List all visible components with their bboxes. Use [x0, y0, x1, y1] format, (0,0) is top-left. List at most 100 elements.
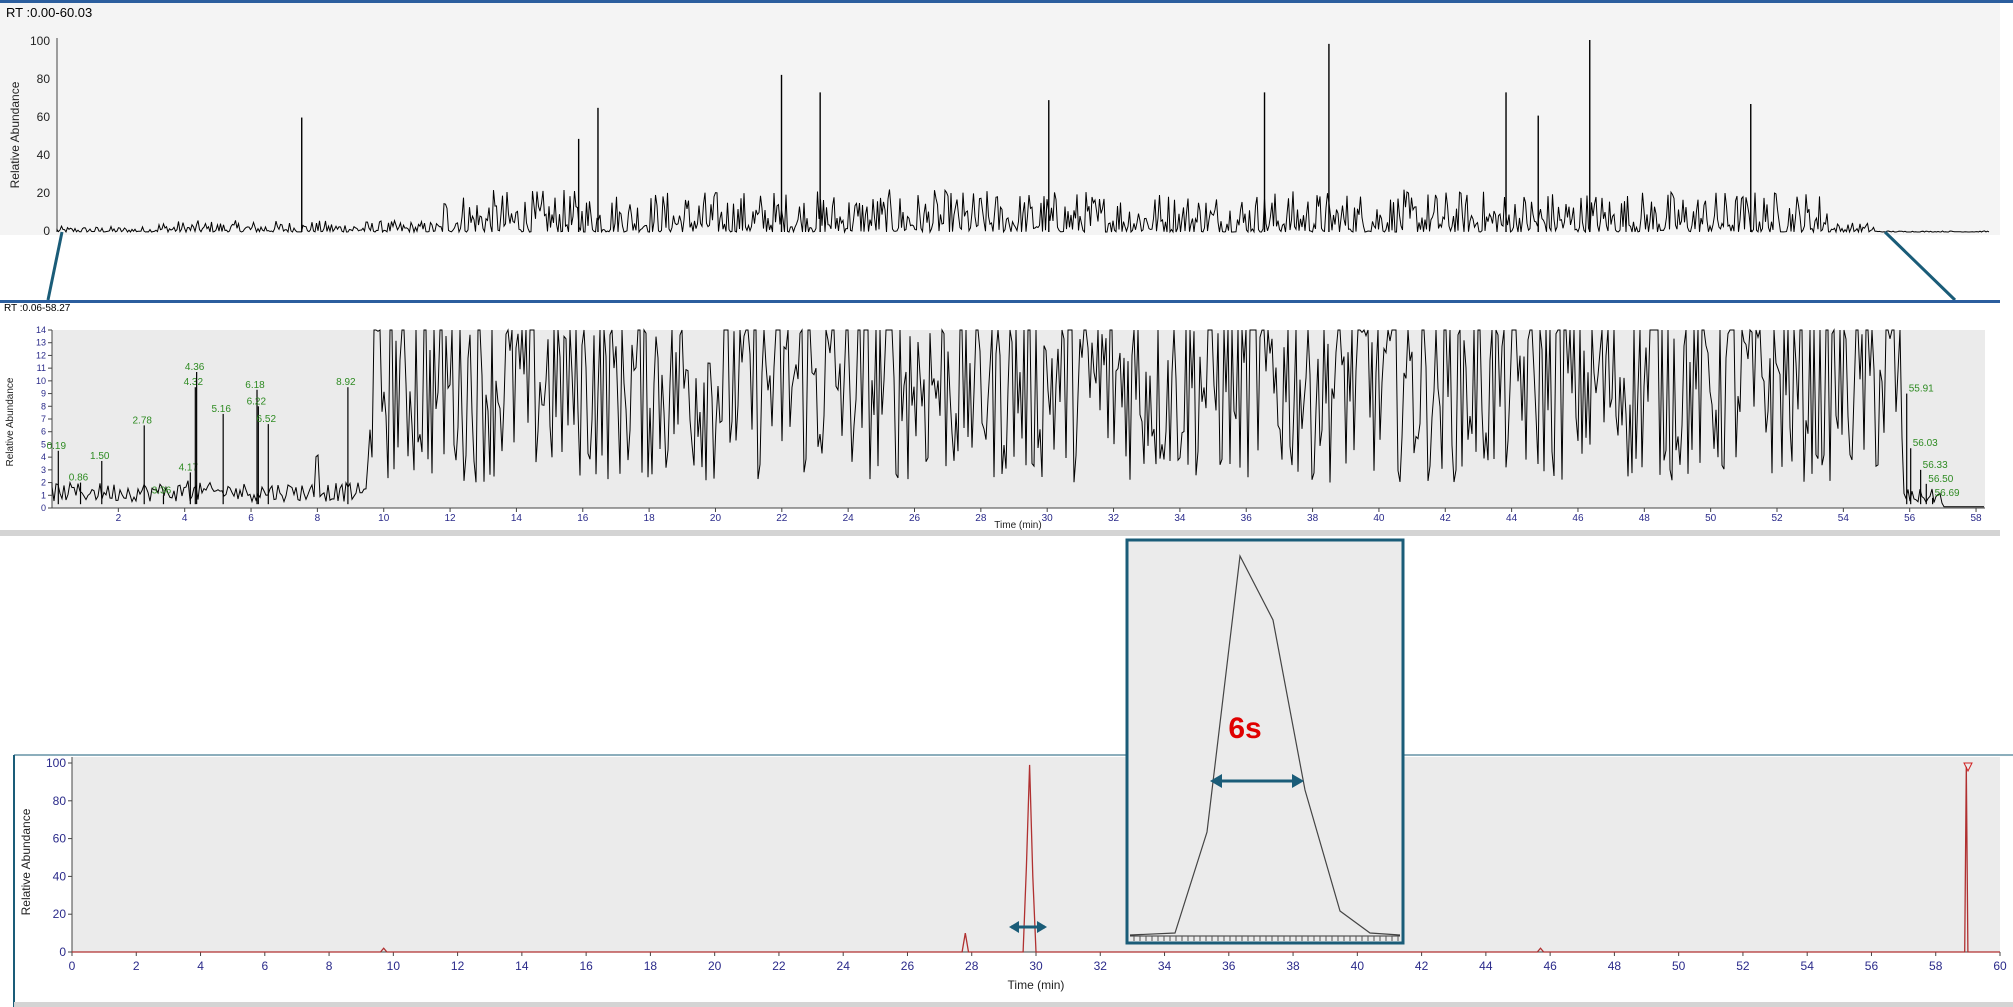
middle-chromatogram-panel: RT :0.06-58.27 Relative Abundance 141312… [0, 300, 2000, 536]
top-chromatogram-panel: RT :0.00-60.03 Relative Abundance 100 80… [0, 0, 2013, 238]
peak-zoom-inset: 6s [1125, 538, 1405, 945]
middle-ytick-label: 7 [41, 414, 46, 424]
middle-xtick-label: 56 [1904, 513, 1916, 524]
bottom-xtick-label: 30 [1029, 959, 1043, 973]
middle-peak-label: 55.91 [1909, 384, 1934, 395]
bottom-xtick-label: 8 [326, 959, 333, 973]
top-panel-border [0, 0, 2013, 3]
middle-xtick-label: 16 [577, 513, 589, 524]
middle-peak-label: 1.50 [90, 451, 110, 462]
bottom-ytick-label: 40 [53, 869, 67, 883]
middle-ytick-label: 12 [36, 350, 46, 360]
middle-ytick-label: 9 [41, 389, 46, 399]
bottom-xtick-label: 44 [1479, 959, 1493, 973]
bottom-xtick-label: 42 [1415, 959, 1429, 973]
bottom-xtick-label: 32 [1094, 959, 1108, 973]
top-range-label: RT :0.00-60.03 [6, 5, 92, 20]
bottom-chromatogram-panel: Relative Abundance 100806040200 0 2 4 6 8 10 1… [13, 754, 2013, 1007]
middle-xlabel: Time (min) [994, 520, 1041, 531]
middle-xtick-label: 48 [1639, 513, 1651, 524]
middle-peak-label: 6.22 [247, 396, 267, 407]
inset-annotation: 6s [1228, 712, 1261, 745]
middle-xtick-label: 18 [644, 513, 656, 524]
bottom-xtick-label: 14 [515, 959, 529, 973]
bottom-xtick-label: 22 [772, 959, 786, 973]
top-ytick-label: 100 [30, 34, 50, 48]
middle-peak-label: 6.52 [257, 414, 277, 425]
bottom-xtick-label: 28 [965, 959, 979, 973]
middle-ytick-label: 6 [41, 427, 46, 437]
middle-xtick-label: 58 [1970, 513, 1982, 524]
middle-xtick-label: 46 [1572, 513, 1584, 524]
middle-ytick-label: 11 [37, 363, 46, 373]
middle-xtick-label: 22 [776, 513, 788, 524]
middle-xtick-label: 32 [1108, 513, 1120, 524]
middle-range-label: RT :0.06-58.27 [4, 303, 71, 314]
top-ytick-label: 40 [37, 148, 51, 162]
bottom-xtick-label: 0 [69, 959, 76, 973]
bottom-xtick-label: 10 [387, 959, 401, 973]
middle-xtick-label: 50 [1705, 513, 1717, 524]
top-ylabel: Relative Abundance [8, 81, 22, 188]
bottom-xtick-label: 6 [261, 959, 268, 973]
bottom-xtick-label: 54 [1801, 959, 1815, 973]
middle-peak-label: 56.03 [1913, 438, 1938, 449]
middle-ytick-label: 10 [36, 376, 46, 386]
middle-panel-top-border [0, 300, 2000, 303]
bottom-plot-area [72, 757, 2000, 952]
middle-xtick-label: 8 [315, 513, 321, 524]
bottom-xtick-label: 38 [1286, 959, 1300, 973]
middle-xtick-label: 28 [975, 513, 987, 524]
middle-ytick-label: 2 [41, 478, 46, 488]
zoom-connector-left [46, 231, 64, 301]
top-panel-background [0, 3, 2000, 235]
bottom-xtick-label: 20 [708, 959, 722, 973]
middle-xtick-label: 54 [1838, 513, 1850, 524]
middle-xtick-label: 24 [843, 513, 855, 524]
middle-xtick-label: 20 [710, 513, 722, 524]
middle-xtick-label: 44 [1506, 513, 1518, 524]
bottom-xtick-label: 12 [451, 959, 465, 973]
bottom-xtick-label: 36 [1222, 959, 1236, 973]
middle-xtick-label: 14 [511, 513, 523, 524]
bottom-scrollbar[interactable] [14, 1002, 2013, 1007]
middle-peak-label: 4.32 [184, 377, 204, 388]
bottom-xlabel: Time (min) [1008, 978, 1065, 992]
bottom-xtick-label: 58 [1929, 959, 1943, 973]
middle-xtick-label: 36 [1241, 513, 1253, 524]
middle-peak-label: 56.33 [1923, 460, 1948, 471]
middle-xtick-label: 2 [116, 513, 122, 524]
middle-peak-label: 6.18 [245, 380, 265, 391]
middle-xtick-label: 52 [1771, 513, 1783, 524]
middle-ylabel: Relative Abundance [5, 377, 16, 466]
middle-ytick-label: 14 [36, 325, 46, 335]
middle-xtick-label: 30 [1042, 513, 1054, 524]
bottom-xtick-label: 16 [579, 959, 593, 973]
middle-peak-label: 5.16 [211, 404, 231, 415]
bottom-ytick-label: 60 [53, 832, 67, 846]
bottom-xtick-label: 56 [1865, 959, 1879, 973]
bottom-xtick-label: 4 [197, 959, 204, 973]
middle-xtick-label: 12 [445, 513, 457, 524]
middle-ytick-label: 13 [36, 338, 46, 348]
bottom-xtick-label: 52 [1736, 959, 1750, 973]
middle-peak-label: 0.19 [47, 441, 67, 452]
zoom-connector-right [1883, 230, 1957, 302]
middle-xtick-label: 10 [378, 513, 390, 524]
bottom-xtick-label: 46 [1543, 959, 1557, 973]
middle-peak-label: 4.36 [185, 362, 205, 373]
bottom-xtick-label: 40 [1351, 959, 1365, 973]
middle-xtick-label: 38 [1307, 513, 1319, 524]
bottom-ytick-label: 80 [53, 794, 67, 808]
middle-scrollbar[interactable] [0, 530, 2000, 536]
chromatogram-figure: RT :0.00-60.03 Relative Abundance 100 80… [0, 0, 2013, 1007]
middle-xtick-label: 4 [182, 513, 188, 524]
middle-peak-label: 3.36 [152, 485, 172, 496]
bottom-ytick-label: 0 [59, 945, 66, 959]
bottom-xtick-label: 50 [1672, 959, 1686, 973]
bottom-xtick-label: 48 [1608, 959, 1622, 973]
middle-peak-label: 56.69 [1935, 488, 1960, 499]
bottom-xtick-label: 34 [1158, 959, 1172, 973]
middle-ytick-label: 0 [41, 503, 46, 513]
middle-ytick-label: 1 [41, 490, 46, 500]
